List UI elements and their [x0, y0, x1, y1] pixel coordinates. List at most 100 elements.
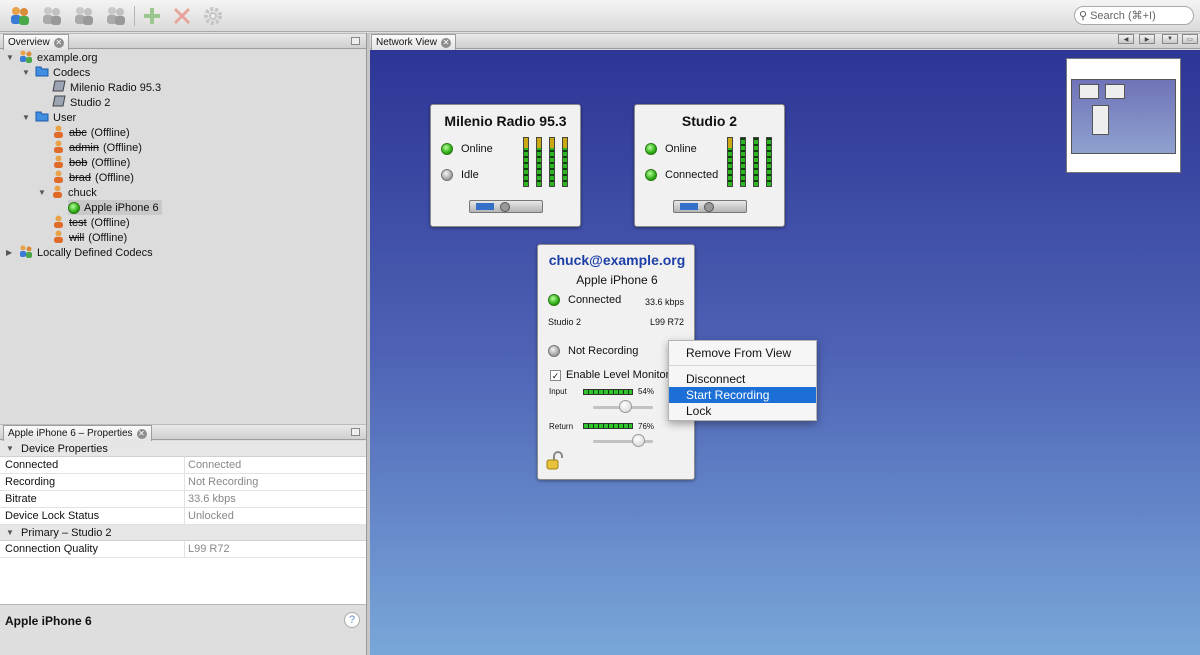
user-settings-icon[interactable] [104, 4, 128, 28]
expand-triangle-icon[interactable]: ▼ [6, 528, 15, 537]
properties-footer: Apple iPhone 6 ? [0, 604, 366, 655]
return-slider-thumb[interactable] [632, 434, 646, 447]
tab-network-label: Network View [376, 37, 437, 48]
prev-icon[interactable]: ◀ [1118, 34, 1134, 44]
menu-item-remove[interactable]: Remove From View [669, 345, 816, 361]
close-icon[interactable]: ✕ [53, 37, 64, 48]
tree-item-user[interactable]: abc (Offline) [52, 125, 130, 140]
menu-item-disconnect[interactable]: Disconnect [669, 371, 816, 387]
status-label: Connected [568, 294, 622, 306]
property-value: Connected [188, 459, 242, 471]
tree-item-codec[interactable]: Studio 2 [52, 95, 110, 110]
add-icon[interactable] [140, 4, 164, 28]
tree-item-root[interactable]: ▼ example.org [6, 50, 98, 65]
expand-triangle-icon[interactable]: ▼ [6, 53, 15, 62]
return-slider[interactable] [593, 434, 653, 447]
tree-item-user[interactable]: bob (Offline) [52, 155, 130, 170]
overview-header: Overview ✕ [0, 33, 366, 50]
collapse-triangle-icon[interactable]: ▶ [6, 248, 15, 257]
codec-card-studio2[interactable]: Studio 2 Online Connected [634, 104, 785, 227]
table-row[interactable]: Device Lock Status Unlocked [0, 508, 366, 525]
tree-label: Studio 2 [70, 96, 111, 109]
expand-triangle-icon[interactable]: ▼ [22, 113, 31, 122]
tree-item-user-chuck[interactable]: ▼ chuck [38, 185, 97, 200]
quality-value: L99 R72 [649, 317, 684, 327]
status-led-icon [645, 169, 657, 181]
network-header: Network View ✕ [370, 33, 1200, 50]
tree-item-codec[interactable]: Milenio Radio 95.3 [52, 80, 161, 95]
user-icon [51, 185, 64, 201]
tree-item-codecs[interactable]: ▼ Codecs [22, 65, 90, 80]
delete-icon[interactable] [170, 4, 194, 28]
status-label: Not Recording [568, 345, 639, 357]
search-placeholder: Search (⌘+I) [1090, 10, 1156, 22]
card-user[interactable]: chuck@example.org [538, 252, 696, 268]
property-value: Not Recording [188, 476, 259, 488]
tree-label: User [53, 111, 77, 124]
device-name: Apple iPhone 6 [84, 201, 159, 214]
tree-item-device-selected[interactable]: Apple iPhone 6 [68, 200, 162, 215]
level-meter [562, 137, 568, 187]
minimize-icon[interactable] [351, 428, 360, 436]
property-key: Device Lock Status [0, 508, 185, 524]
table-row[interactable]: Connection Quality L99 R72 [0, 541, 366, 558]
table-row[interactable]: Connected Connected [0, 457, 366, 474]
status-led-icon [548, 345, 560, 357]
user-icon [52, 215, 65, 231]
menu-item-start-recording[interactable]: Start Recording [669, 387, 816, 403]
help-icon[interactable]: ? [344, 612, 360, 628]
status-label: Online [461, 143, 493, 155]
close-icon[interactable]: ✕ [440, 37, 451, 48]
table-row[interactable]: Recording Not Recording [0, 474, 366, 491]
status-recording: Not Recording [548, 345, 638, 357]
property-group[interactable]: ▼ Primary – Studio 2 [0, 525, 366, 541]
user-status: (Offline) [95, 171, 134, 184]
level-meter [523, 137, 529, 187]
menu-item-lock[interactable]: Lock [669, 403, 816, 419]
users-icon[interactable] [8, 4, 32, 28]
tree-item-user-folder[interactable]: ▼ User [22, 110, 76, 125]
user-icon [52, 140, 65, 156]
next-icon[interactable]: ▶ [1139, 34, 1155, 44]
users-group-icon [19, 50, 33, 66]
maximize-icon[interactable]: ▭ [1182, 34, 1198, 44]
codec-icon [52, 80, 66, 95]
user-name: will [69, 231, 85, 244]
group-label: Primary – Studio 2 [21, 526, 112, 539]
tree-label: example.org [37, 51, 98, 64]
user-status: (Offline) [88, 231, 128, 244]
tab-overview-label: Overview [8, 37, 50, 48]
status-label: Connected [665, 169, 719, 181]
group-icon[interactable] [40, 4, 64, 28]
gear-icon[interactable] [201, 4, 225, 28]
tree-item-user[interactable]: brad (Offline) [52, 170, 134, 185]
property-group[interactable]: ▼ Device Properties [0, 441, 366, 457]
minimize-icon[interactable] [351, 37, 360, 45]
tab-network-view[interactable]: Network View ✕ [371, 34, 456, 50]
minimap-viewport[interactable] [1071, 79, 1176, 154]
minimap[interactable] [1066, 58, 1181, 173]
tree-item-user[interactable]: test (Offline) [52, 215, 130, 230]
checkbox-checked-icon[interactable]: ✓ [550, 369, 561, 381]
codec-card-milenio[interactable]: Milenio Radio 95.3 Online Idle [430, 104, 581, 227]
bitrate-value: 33.6 kbps [644, 297, 684, 307]
return-percent: 76% [638, 422, 655, 431]
expand-triangle-icon[interactable]: ▼ [38, 188, 47, 197]
table-row[interactable]: Bitrate 33.6 kbps [0, 491, 366, 508]
tree-label: Milenio Radio 95.3 [70, 81, 162, 94]
tree-item-user[interactable]: admin (Offline) [52, 140, 142, 155]
unlock-icon[interactable] [545, 451, 565, 474]
user-status: (Offline) [90, 216, 130, 229]
input-slider[interactable] [593, 400, 653, 413]
search-input[interactable]: ⚲ Search (⌘+I) [1074, 6, 1194, 25]
input-slider-thumb[interactable] [618, 400, 632, 413]
tree-item-user[interactable]: will (Offline) [52, 230, 127, 245]
tab-overview[interactable]: Overview ✕ [3, 34, 69, 50]
expand-triangle-icon[interactable]: ▼ [22, 68, 31, 77]
tree-item-local-codecs[interactable]: ▶ Locally Defined Codecs [6, 245, 153, 260]
tab-properties[interactable]: Apple iPhone 6 – Properties ✕ [3, 425, 152, 441]
expand-triangle-icon[interactable]: ▼ [6, 444, 15, 453]
dropdown-icon[interactable]: ▼ [1162, 34, 1178, 44]
contacts-icon[interactable] [72, 4, 96, 28]
close-icon[interactable]: ✕ [136, 428, 147, 439]
